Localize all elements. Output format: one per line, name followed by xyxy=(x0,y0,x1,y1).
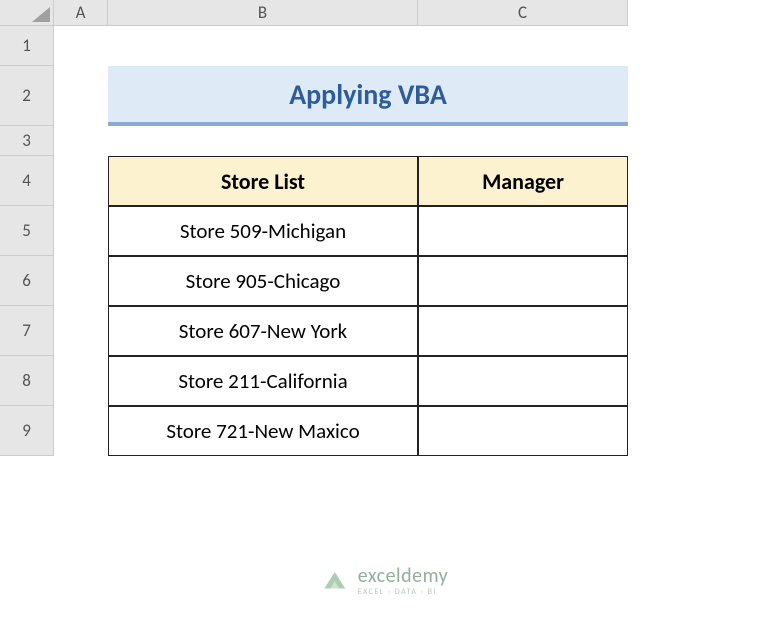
table-header-store-list[interactable]: Store List xyxy=(108,156,418,206)
col-header-c[interactable]: C xyxy=(418,0,628,26)
spreadsheet-grid: A B C 1 2 Applying VBA 3 4 Store List Ma… xyxy=(0,0,768,456)
table-row[interactable]: Store 509-Michigan xyxy=(108,206,418,256)
table-row[interactable] xyxy=(418,406,628,456)
table-row[interactable]: Store 905-Chicago xyxy=(108,256,418,306)
table-row[interactable] xyxy=(418,356,628,406)
cell-c1[interactable] xyxy=(418,26,628,66)
table-row[interactable]: Store 721-New Maxico xyxy=(108,406,418,456)
row-header-2[interactable]: 2 xyxy=(0,66,54,126)
watermark: exceldemy EXCEL · DATA · BI xyxy=(320,566,448,596)
table-row[interactable] xyxy=(418,206,628,256)
row-header-4[interactable]: 4 xyxy=(0,156,54,206)
cell-a8[interactable] xyxy=(54,356,108,406)
table-row[interactable]: Store 211-California xyxy=(108,356,418,406)
cell-a1[interactable] xyxy=(54,26,108,66)
row-header-5[interactable]: 5 xyxy=(0,206,54,256)
row-header-7[interactable]: 7 xyxy=(0,306,54,356)
table-row[interactable] xyxy=(418,256,628,306)
cell-a4[interactable] xyxy=(54,156,108,206)
cell-a2[interactable] xyxy=(54,66,108,126)
cell-a7[interactable] xyxy=(54,306,108,356)
cell-a6[interactable] xyxy=(54,256,108,306)
select-all-corner[interactable] xyxy=(0,0,54,26)
row-header-1[interactable]: 1 xyxy=(0,26,54,66)
table-row[interactable] xyxy=(418,306,628,356)
cell-b1[interactable] xyxy=(108,26,418,66)
watermark-tagline: EXCEL · DATA · BI xyxy=(358,588,448,596)
cell-b3[interactable] xyxy=(108,126,418,156)
col-header-b[interactable]: B xyxy=(108,0,418,26)
cell-a3[interactable] xyxy=(54,126,108,156)
row-header-6[interactable]: 6 xyxy=(0,256,54,306)
table-header-manager[interactable]: Manager xyxy=(418,156,628,206)
title-cell[interactable]: Applying VBA xyxy=(108,66,628,126)
table-row[interactable]: Store 607-New York xyxy=(108,306,418,356)
cell-a5[interactable] xyxy=(54,206,108,256)
col-header-a[interactable]: A xyxy=(54,0,108,26)
exceldemy-logo-icon xyxy=(320,566,350,596)
watermark-brand: exceldemy xyxy=(358,566,448,586)
row-header-3[interactable]: 3 xyxy=(0,126,54,156)
row-header-8[interactable]: 8 xyxy=(0,356,54,406)
row-header-9[interactable]: 9 xyxy=(0,406,54,456)
cell-a9[interactable] xyxy=(54,406,108,456)
cell-c3[interactable] xyxy=(418,126,628,156)
